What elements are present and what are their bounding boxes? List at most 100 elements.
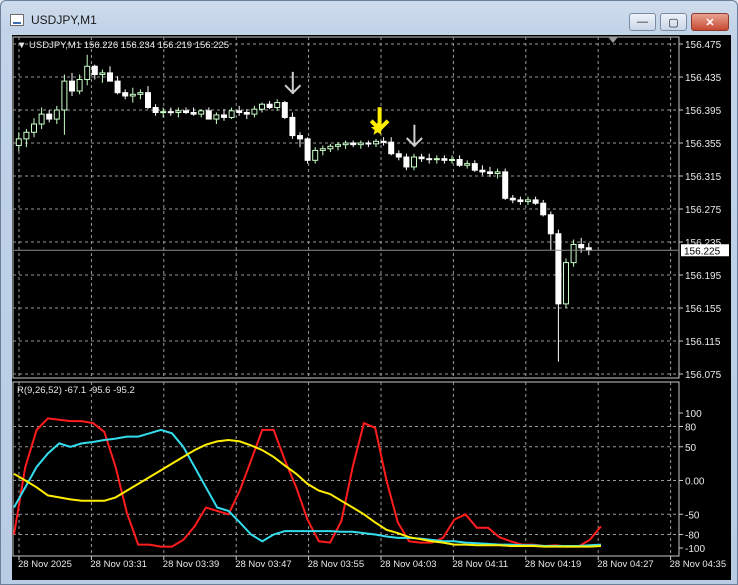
time-tick-label: 28 Nov 03:55 [308, 559, 365, 570]
price-tick-label: 156.395 [685, 106, 722, 117]
candle-body [99, 72, 106, 76]
candle-body [426, 158, 433, 161]
candle-body [471, 163, 478, 171]
time-tick-label: 28 Nov 04:35 [670, 559, 727, 570]
candle-body [327, 145, 334, 150]
candle-body [411, 156, 417, 168]
indicator-tick-label: -100 [685, 544, 705, 555]
title-bar[interactable]: USDJPY,M1 — ▢ ✕ [1, 1, 737, 33]
candle-body [205, 110, 212, 120]
chart-area[interactable]: 156.475 156.435 156.395 156.355 156.315 156.2… [12, 35, 731, 580]
candle-body [441, 158, 448, 161]
candle-body [297, 135, 303, 140]
price-chart[interactable]: 156.475 156.435 156.395 156.355 156.315 156.2… [12, 35, 731, 580]
candle-body [84, 65, 91, 80]
candle-body [274, 102, 281, 109]
time-tick-label: 28 Nov 04:27 [597, 559, 654, 570]
candle-body [61, 80, 68, 111]
price-tick-label: 156.195 [685, 271, 722, 282]
indicator-tick-label: 50 [685, 443, 697, 454]
candle-body [289, 116, 296, 137]
indicator-tick-label: -80 [685, 531, 700, 542]
candle-body [160, 111, 167, 114]
current-price-label: 156.225 [684, 246, 721, 257]
candle-body [373, 140, 379, 145]
candle-body [509, 197, 516, 201]
candle-body [335, 144, 341, 147]
sell-arrow-icon [369, 107, 390, 133]
time-tick-label: 28 Nov 04:19 [525, 559, 582, 570]
indicator-tick-label: 80 [685, 423, 697, 434]
time-tick-label: 28 Nov 03:39 [163, 559, 220, 570]
indicator-tick-label: -50 [685, 510, 700, 521]
candle-body [517, 199, 524, 203]
candle-body [304, 138, 311, 161]
time-tick-label: 28 Nov 04:11 [452, 559, 508, 570]
candle-body [31, 123, 37, 133]
minimize-button[interactable]: — [629, 13, 656, 31]
candle-body [259, 103, 265, 110]
candle-body [395, 153, 402, 158]
candle-body [213, 114, 220, 120]
candle-body [137, 92, 144, 95]
candle-body [236, 110, 243, 113]
candle-body [167, 111, 174, 114]
candle-body [388, 141, 395, 155]
candle-body [570, 243, 577, 264]
candle-body [547, 214, 554, 235]
symbol-info-label: ▼ USDJPY,M1 156.226 156.234 156.219 156.… [17, 40, 229, 51]
candle-body [456, 159, 463, 166]
main-panel-frame [12, 36, 680, 379]
price-tick-label: 156.275 [685, 205, 722, 216]
candle-body [152, 107, 159, 113]
price-tick-label: 156.475 [685, 40, 722, 51]
candle-body [357, 142, 364, 146]
window-title: USDJPY,M1 [31, 13, 97, 27]
chart-shift-icon [608, 37, 618, 43]
candle-body [69, 80, 75, 92]
candle-body [532, 199, 539, 204]
candle-body [365, 142, 372, 145]
price-tick-label: 156.435 [685, 73, 722, 84]
price-tick-label: 156.315 [685, 172, 722, 183]
candle-body [23, 131, 30, 140]
candle-body [525, 199, 531, 203]
sell-arrow-icon [284, 71, 302, 95]
candle-body [129, 93, 136, 97]
candle-body [540, 202, 547, 216]
candle-body [464, 163, 471, 166]
candle-body [91, 65, 98, 76]
candle-body [281, 102, 288, 118]
time-tick-label: 28 Nov 2025 [18, 559, 72, 570]
time-tick-label: 28 Nov 04:03 [380, 559, 437, 570]
price-tick-label: 156.115 [685, 337, 721, 348]
candle-body [266, 103, 273, 109]
candle-body [46, 113, 53, 120]
close-button[interactable]: ✕ [691, 13, 729, 31]
maximize-button[interactable]: ▢ [660, 13, 687, 31]
candle-body [342, 142, 349, 146]
time-tick-label: 28 Nov 03:31 [90, 559, 147, 570]
candle-body [15, 138, 22, 146]
candle-body [221, 114, 227, 118]
price-tick-label: 156.355 [685, 139, 722, 150]
indicator-line-cyan [13, 428, 602, 547]
price-tick-label: 156.075 [685, 370, 722, 381]
candle-body [198, 110, 205, 115]
candle-body [563, 262, 569, 305]
candle-body [107, 72, 113, 82]
candle-body [228, 110, 235, 118]
candle-body [114, 80, 121, 94]
indicator-info-label: R(9,26,52) -67.1 -95.6 -95.2 [17, 385, 135, 396]
candle-body [502, 171, 509, 199]
candle-body [38, 113, 45, 125]
chart-window: USDJPY,M1 — ▢ ✕ 156.475 156.435 156.395 156… [0, 0, 738, 585]
candle-body [312, 149, 319, 161]
candle-body [190, 111, 197, 115]
candle-body [183, 110, 189, 113]
candle-body [449, 159, 455, 161]
candle-body [53, 109, 60, 120]
candle-body [251, 108, 258, 115]
indicator-tick-label: 0.00 [685, 477, 705, 488]
candle-body [403, 156, 410, 168]
